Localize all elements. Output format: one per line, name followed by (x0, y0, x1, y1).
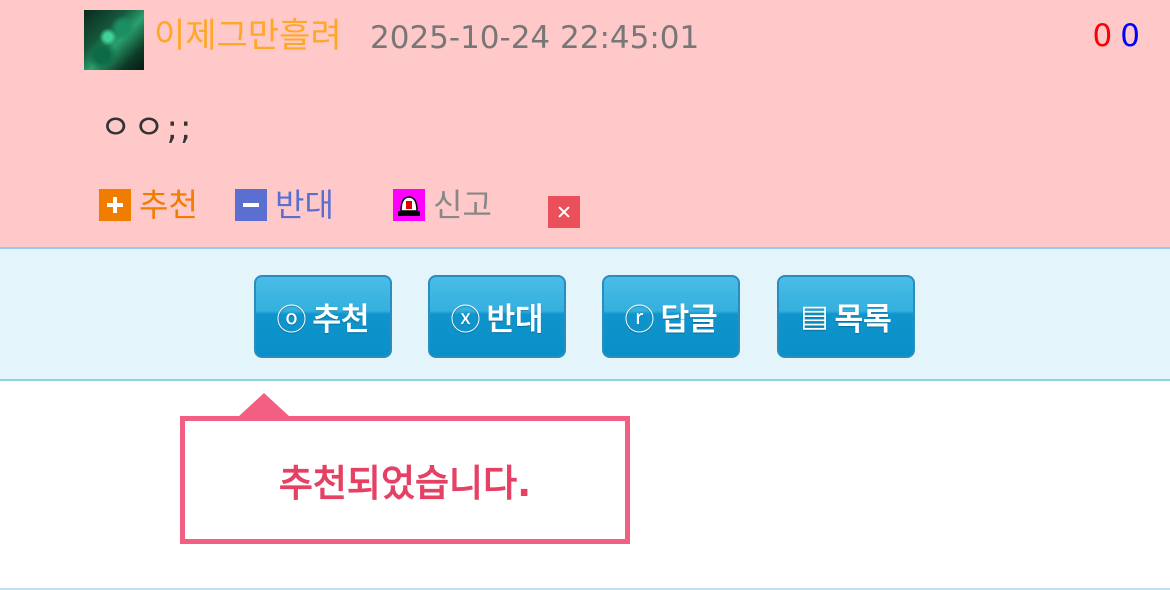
comment-timestamp: 2025-10-24 22:45:01 (370, 20, 700, 56)
comment-report-button[interactable]: 신고 (393, 184, 492, 226)
minus-icon (235, 189, 267, 221)
recommend-button-label: 추천 (312, 302, 370, 338)
comment-text: ㅇㅇ;; (100, 108, 194, 148)
circled-o-icon: ⓞ (276, 302, 307, 338)
list-button-label: 목록 (834, 302, 892, 338)
downvote-count: 0 (1120, 18, 1140, 54)
comment-author[interactable]: 이제그만흘려 (154, 14, 342, 58)
comment-item: 이제그만흘려 2025-10-24 22:45:01 00 ㅇㅇ;; 추천 반대… (0, 0, 1170, 247)
vote-counts: 00 (1093, 16, 1140, 56)
comment-report-label: 신고 (433, 186, 492, 224)
action-toolbar: ⓞ 추천 ⓧ 반대 ⓡ 답글 ▤ 목록 (0, 247, 1170, 381)
comment-recommend-label: 추천 (139, 186, 198, 224)
avatar[interactable] (84, 10, 144, 70)
tooltip-arrow (238, 393, 290, 417)
circled-x-icon: ⓧ (450, 302, 481, 338)
plus-icon (99, 189, 131, 221)
recommend-tooltip: 추천되었습니다. (180, 416, 630, 544)
tooltip-message: 추천되었습니다. (278, 462, 532, 505)
comment-delete-button[interactable] (548, 191, 580, 233)
oppose-button-label: 반대 (486, 302, 544, 338)
reply-button[interactable]: ⓡ 답글 (602, 275, 740, 358)
list-icon: ▤ (800, 299, 829, 334)
comment-oppose-button[interactable]: 반대 (235, 184, 334, 226)
oppose-button[interactable]: ⓧ 반대 (428, 275, 566, 358)
comment-recommend-button[interactable]: 추천 (99, 184, 198, 226)
list-button[interactable]: ▤ 목록 (777, 275, 915, 358)
circled-r-icon: ⓡ (624, 302, 655, 338)
siren-icon (393, 189, 425, 221)
comment-oppose-label: 반대 (275, 186, 334, 224)
upvote-count: 0 (1092, 18, 1113, 54)
close-icon (548, 196, 580, 228)
reply-button-label: 답글 (660, 302, 718, 338)
recommend-button[interactable]: ⓞ 추천 (254, 275, 392, 358)
